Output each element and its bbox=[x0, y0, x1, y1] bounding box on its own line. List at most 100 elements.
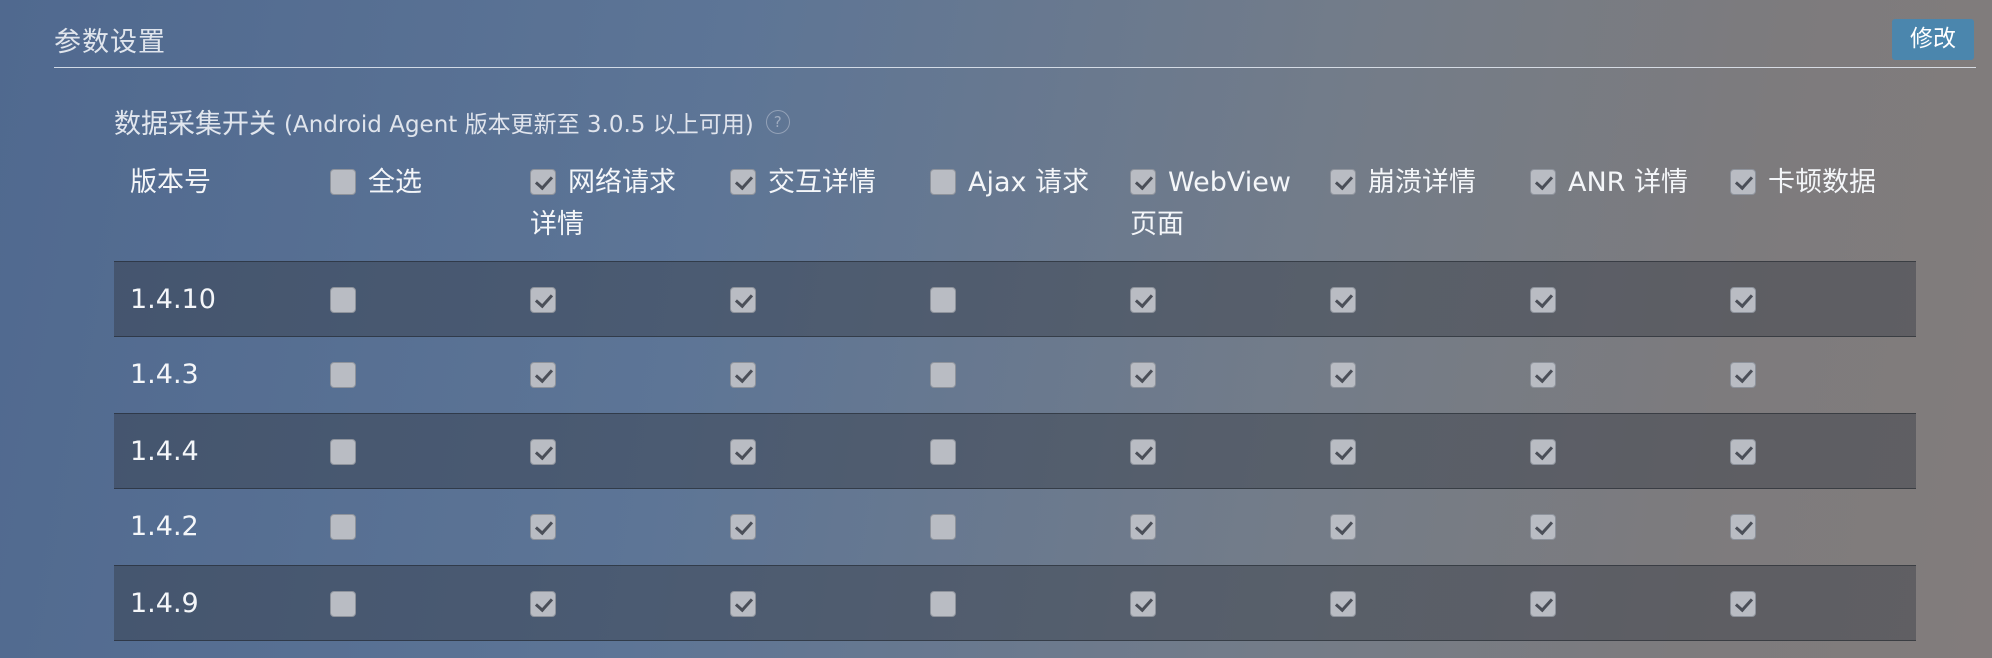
table-row: 1.4.3 bbox=[114, 337, 1916, 413]
ajax-checkbox[interactable] bbox=[930, 591, 956, 617]
version-cell: 1.4.9 bbox=[130, 588, 199, 619]
webview-checkbox[interactable] bbox=[1130, 591, 1156, 617]
table-row: 1.4.4 bbox=[114, 413, 1916, 489]
network-request-cell bbox=[530, 287, 556, 313]
anr-checkbox[interactable] bbox=[1530, 362, 1556, 388]
ajax-cell bbox=[930, 591, 956, 617]
crash-cell bbox=[1330, 362, 1356, 388]
lag-checkbox[interactable] bbox=[1730, 439, 1756, 465]
select-all-checkbox[interactable] bbox=[330, 514, 356, 540]
column-label-line2: 页面 bbox=[1130, 209, 1184, 240]
webview-header-checkbox[interactable] bbox=[1130, 169, 1156, 195]
column-label: 版本号 bbox=[130, 167, 211, 198]
anr-checkbox[interactable] bbox=[1530, 514, 1556, 540]
column-label: Ajax 请求 bbox=[968, 167, 1090, 198]
page-title: 参数设置 bbox=[54, 27, 166, 58]
anr-checkbox[interactable] bbox=[1530, 439, 1556, 465]
lag-checkbox[interactable] bbox=[1730, 514, 1756, 540]
select-all-checkbox[interactable] bbox=[330, 287, 356, 313]
network-request-cell bbox=[530, 591, 556, 617]
crash-checkbox[interactable] bbox=[1330, 439, 1356, 465]
lag-cell bbox=[1730, 439, 1756, 465]
lag-header-checkbox[interactable] bbox=[1730, 169, 1756, 195]
select-all-cell bbox=[330, 591, 356, 617]
crash-cell bbox=[1330, 591, 1356, 617]
network-request-cell bbox=[530, 439, 556, 465]
webview-cell bbox=[1130, 362, 1156, 388]
interaction-checkbox[interactable] bbox=[730, 362, 756, 388]
column-header-select-all: 全选 bbox=[330, 162, 422, 204]
lag-checkbox[interactable] bbox=[1730, 362, 1756, 388]
lag-checkbox[interactable] bbox=[1730, 287, 1756, 313]
select-all-checkbox[interactable] bbox=[330, 591, 356, 617]
anr-header-checkbox[interactable] bbox=[1530, 169, 1556, 195]
select-all-cell bbox=[330, 287, 356, 313]
webview-cell bbox=[1130, 591, 1156, 617]
interaction-cell bbox=[730, 439, 756, 465]
select-all-checkbox[interactable] bbox=[330, 362, 356, 388]
table-row: 1.4.2 bbox=[114, 489, 1916, 565]
column-header-anr: ANR 详情 bbox=[1530, 162, 1688, 204]
anr-checkbox[interactable] bbox=[1530, 591, 1556, 617]
network-request-checkbox[interactable] bbox=[530, 362, 556, 388]
table-row: 1.4.9 bbox=[114, 565, 1916, 641]
ajax-cell bbox=[930, 287, 956, 313]
network-request-cell bbox=[530, 362, 556, 388]
select-all-checkbox[interactable] bbox=[330, 169, 356, 195]
settings-header: 参数设置 修改 bbox=[54, 0, 1976, 68]
anr-cell bbox=[1530, 287, 1556, 313]
interaction-cell bbox=[730, 514, 756, 540]
crash-cell bbox=[1330, 514, 1356, 540]
column-header-version: 版本号 bbox=[130, 162, 211, 204]
webview-checkbox[interactable] bbox=[1130, 514, 1156, 540]
crash-checkbox[interactable] bbox=[1330, 591, 1356, 617]
lag-cell bbox=[1730, 362, 1756, 388]
lag-checkbox[interactable] bbox=[1730, 591, 1756, 617]
select-all-cell bbox=[330, 514, 356, 540]
crash-checkbox[interactable] bbox=[1330, 514, 1356, 540]
column-label: 全选 bbox=[368, 167, 422, 198]
ajax-cell bbox=[930, 439, 956, 465]
webview-checkbox[interactable] bbox=[1130, 362, 1156, 388]
crash-cell bbox=[1330, 287, 1356, 313]
column-header-ajax: Ajax 请求 bbox=[930, 162, 1089, 204]
crash-header-checkbox[interactable] bbox=[1330, 169, 1356, 195]
version-cell: 1.4.3 bbox=[130, 359, 199, 390]
crash-checkbox[interactable] bbox=[1330, 362, 1356, 388]
interaction-cell bbox=[730, 591, 756, 617]
select-all-cell bbox=[330, 439, 356, 465]
interaction-checkbox[interactable] bbox=[730, 514, 756, 540]
network-request-checkbox[interactable] bbox=[530, 287, 556, 313]
crash-checkbox[interactable] bbox=[1330, 287, 1356, 313]
question-circle-icon[interactable]: ? bbox=[765, 109, 790, 134]
network-request-checkbox[interactable] bbox=[530, 514, 556, 540]
column-label: 交互详情 bbox=[768, 167, 876, 198]
ajax-checkbox[interactable] bbox=[930, 287, 956, 313]
select-all-checkbox[interactable] bbox=[330, 439, 356, 465]
edit-button[interactable]: 修改 bbox=[1892, 19, 1974, 60]
column-header-interaction: 交互详情 bbox=[730, 162, 876, 204]
anr-cell bbox=[1530, 362, 1556, 388]
version-cell: 1.4.2 bbox=[130, 511, 199, 542]
network-request-cell bbox=[530, 514, 556, 540]
ajax-checkbox[interactable] bbox=[930, 439, 956, 465]
interaction-checkbox[interactable] bbox=[730, 287, 756, 313]
interaction-header-checkbox[interactable] bbox=[730, 169, 756, 195]
network-request-header-checkbox[interactable] bbox=[530, 169, 556, 195]
column-label: ANR 详情 bbox=[1568, 167, 1689, 198]
lag-cell bbox=[1730, 514, 1756, 540]
webview-checkbox[interactable] bbox=[1130, 287, 1156, 313]
data-collection-title: 数据采集开关 (Android Agent 版本更新至 3.0.5 以上可用) … bbox=[114, 102, 790, 141]
column-header-webview: WebView 页面 bbox=[1130, 162, 1291, 246]
interaction-checkbox[interactable] bbox=[730, 591, 756, 617]
ajax-checkbox[interactable] bbox=[930, 362, 956, 388]
interaction-checkbox[interactable] bbox=[730, 439, 756, 465]
webview-cell bbox=[1130, 287, 1156, 313]
ajax-header-checkbox[interactable] bbox=[930, 169, 956, 195]
network-request-checkbox[interactable] bbox=[530, 591, 556, 617]
network-request-checkbox[interactable] bbox=[530, 439, 556, 465]
ajax-checkbox[interactable] bbox=[930, 514, 956, 540]
table-body: 1.4.10 1.4.3 1.4.4 1.4.2 1.4.9 bbox=[114, 261, 1916, 641]
anr-checkbox[interactable] bbox=[1530, 287, 1556, 313]
webview-checkbox[interactable] bbox=[1130, 439, 1156, 465]
